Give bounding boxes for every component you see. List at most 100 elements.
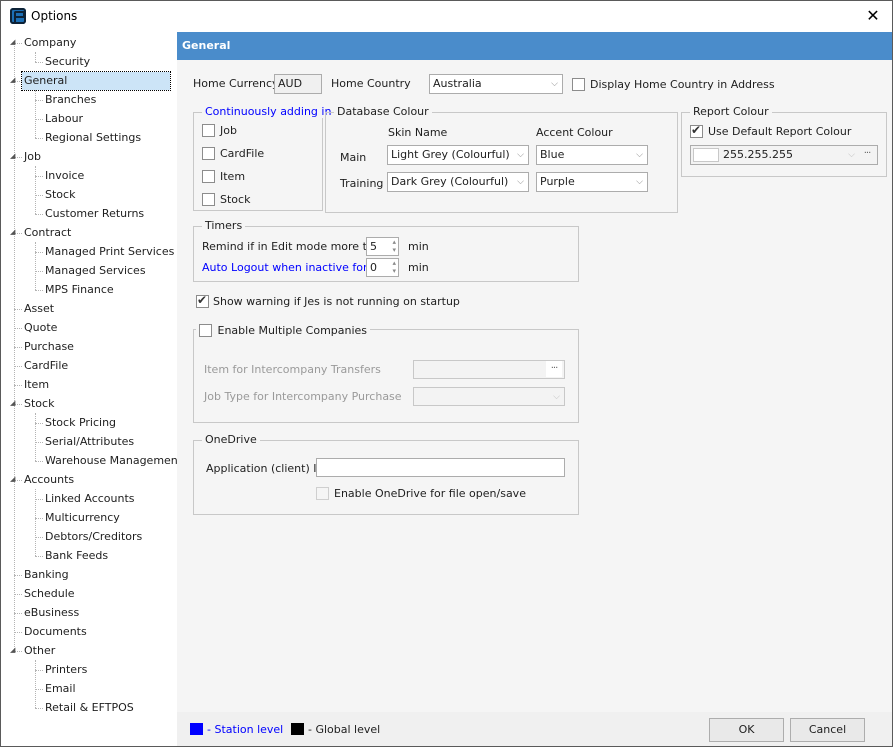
spin-arrows-icon[interactable]: ▴ ▾ bbox=[392, 259, 396, 275]
tree-item-label: General bbox=[21, 71, 171, 91]
tree-item-debtors-creditors[interactable]: Debtors/Creditors bbox=[43, 528, 144, 546]
expand-triangle-icon[interactable]: ◢ bbox=[10, 475, 15, 483]
tree-item-label: Purchase bbox=[24, 340, 74, 353]
tree-item-contract[interactable]: Contract bbox=[22, 224, 73, 242]
training-skin-value: Dark Grey (Colourful) bbox=[391, 175, 509, 188]
tree-connector bbox=[14, 309, 22, 310]
tree-item-banking[interactable]: Banking bbox=[22, 566, 71, 584]
tree-connector bbox=[14, 594, 22, 595]
tree-item-retail-eftpos[interactable]: Retail & EFTPOS bbox=[43, 699, 136, 717]
tree-item-invoice[interactable]: Invoice bbox=[43, 167, 86, 185]
tree-item-managed-print-services[interactable]: Managed Print Services bbox=[43, 243, 176, 261]
tree-item-schedule[interactable]: Schedule bbox=[22, 585, 77, 603]
enable-multiple-companies-checkbox[interactable] bbox=[199, 323, 212, 337]
tree-item-label: Multicurrency bbox=[45, 511, 120, 524]
tree-item-general[interactable]: General bbox=[21, 71, 171, 91]
expand-triangle-icon[interactable]: ◢ bbox=[10, 228, 15, 236]
tree-item-security[interactable]: Security bbox=[43, 53, 92, 71]
main-accent-select[interactable]: Blue ⌵ bbox=[536, 145, 648, 165]
tree-item-cardfile[interactable]: CardFile bbox=[22, 357, 70, 375]
close-icon[interactable]: ✕ bbox=[862, 6, 884, 26]
tree-item-email[interactable]: Email bbox=[43, 680, 78, 698]
continuous-item-checkbox[interactable] bbox=[202, 170, 215, 183]
tree-item-serial-attributes[interactable]: Serial/Attributes bbox=[43, 433, 136, 451]
expand-triangle-icon[interactable]: ◢ bbox=[10, 38, 15, 46]
tree-item-company[interactable]: Company bbox=[22, 34, 78, 52]
tree-item-documents[interactable]: Documents bbox=[22, 623, 89, 641]
training-accent-select[interactable]: Purple ⌵ bbox=[536, 172, 648, 192]
client-id-input[interactable] bbox=[316, 458, 565, 477]
tree-item-label: Customer Returns bbox=[45, 207, 145, 220]
tree-item-other[interactable]: Other bbox=[22, 642, 57, 660]
tree-connector bbox=[14, 347, 22, 348]
home-country-select[interactable]: Australia ⌵ bbox=[429, 74, 563, 94]
tree-item-customer-returns[interactable]: Customer Returns bbox=[43, 205, 146, 223]
tree-item-label: Stock Pricing bbox=[45, 416, 117, 429]
tree-item-printers[interactable]: Printers bbox=[43, 661, 89, 679]
tree-connector bbox=[35, 689, 43, 690]
footer: - Station level - Global level OK Cancel bbox=[177, 712, 892, 746]
tree-connector bbox=[14, 366, 22, 367]
auto-logout-label: Auto Logout when inactive for bbox=[202, 261, 368, 274]
remind-spinner[interactable]: 5 ▴ ▾ bbox=[366, 237, 399, 256]
tree-item-ebusiness[interactable]: eBusiness bbox=[22, 604, 81, 622]
tree-item-label: Managed Services bbox=[45, 264, 146, 277]
show-warning-checkbox[interactable] bbox=[196, 293, 209, 308]
display-home-country-checkbox[interactable] bbox=[572, 78, 585, 91]
tree-item-accounts[interactable]: Accounts bbox=[22, 471, 76, 489]
auto-logout-value: 0 bbox=[370, 261, 377, 274]
tree-item-stock[interactable]: Stock bbox=[22, 395, 56, 413]
report-colour-picker[interactable]: 255.255.255 ⌵ ··· bbox=[690, 145, 878, 165]
tree-branch-line bbox=[35, 489, 36, 556]
expand-triangle-icon[interactable]: ◢ bbox=[10, 646, 15, 654]
training-skin-select[interactable]: Dark Grey (Colourful) ⌵ bbox=[387, 172, 529, 192]
expand-triangle-icon[interactable]: ◢ bbox=[10, 76, 15, 84]
database-colour-title: Database Colour bbox=[334, 105, 432, 118]
tree-item-labour[interactable]: Labour bbox=[43, 110, 85, 128]
tree-item-label: Documents bbox=[24, 625, 87, 638]
display-home-country-label: Display Home Country in Address bbox=[590, 78, 775, 91]
tree-branch-line bbox=[35, 90, 36, 138]
main-skin-select[interactable]: Light Grey (Colourful) ⌵ bbox=[387, 145, 529, 165]
tree-item-warehouse-management[interactable]: Warehouse Management bbox=[43, 452, 184, 470]
tree-item-item[interactable]: Item bbox=[22, 376, 51, 394]
cancel-button[interactable]: Cancel bbox=[790, 718, 865, 742]
tree-item-stock-pricing[interactable]: Stock Pricing bbox=[43, 414, 118, 432]
tree-item-multicurrency[interactable]: Multicurrency bbox=[43, 509, 122, 527]
home-currency-field[interactable]: AUD bbox=[274, 74, 322, 94]
tree-connector bbox=[14, 613, 22, 614]
auto-logout-spinner[interactable]: 0 ▴ ▾ bbox=[366, 258, 399, 277]
tree-item-quote[interactable]: Quote bbox=[22, 319, 59, 337]
expand-triangle-icon[interactable]: ◢ bbox=[10, 152, 15, 160]
tree-item-stock[interactable]: Stock bbox=[43, 186, 77, 204]
enable-onedrive-checkbox[interactable] bbox=[316, 487, 329, 500]
item-transfers-field[interactable]: ··· bbox=[413, 360, 565, 379]
tree-item-label: Stock bbox=[24, 397, 55, 410]
job-type-select[interactable]: ⌵ bbox=[413, 387, 565, 406]
continuous-item-label: Item bbox=[220, 170, 246, 183]
tree-connector bbox=[35, 271, 43, 272]
continuous-stock-checkbox[interactable] bbox=[202, 193, 215, 206]
ellipsis-icon[interactable]: ··· bbox=[859, 146, 875, 162]
spin-arrows-icon[interactable]: ▴ ▾ bbox=[392, 238, 396, 254]
tree-item-branches[interactable]: Branches bbox=[43, 91, 98, 109]
report-colour-value: 255.255.255 bbox=[723, 148, 793, 161]
continuous-cardfile-checkbox[interactable] bbox=[202, 147, 215, 160]
use-default-report-colour-checkbox[interactable] bbox=[690, 123, 703, 138]
ellipsis-icon[interactable]: ··· bbox=[546, 361, 562, 377]
tree-item-managed-services[interactable]: Managed Services bbox=[43, 262, 148, 280]
tree-item-label: Quote bbox=[24, 321, 58, 334]
tree-item-mps-finance[interactable]: MPS Finance bbox=[43, 281, 116, 299]
expand-triangle-icon[interactable]: ◢ bbox=[10, 399, 15, 407]
tree-item-job[interactable]: Job bbox=[22, 148, 43, 166]
tree-item-asset[interactable]: Asset bbox=[22, 300, 56, 318]
tree-connector bbox=[35, 518, 43, 519]
tree-item-regional-settings[interactable]: Regional Settings bbox=[43, 129, 143, 147]
tree-item-bank-feeds[interactable]: Bank Feeds bbox=[43, 547, 110, 565]
tree-connector bbox=[35, 708, 43, 709]
tree-item-purchase[interactable]: Purchase bbox=[22, 338, 76, 356]
tree-item-linked-accounts[interactable]: Linked Accounts bbox=[43, 490, 137, 508]
chevron-down-icon[interactable]: ⌵ bbox=[848, 146, 855, 164]
continuous-job-checkbox[interactable] bbox=[202, 124, 215, 137]
ok-button[interactable]: OK bbox=[709, 718, 784, 742]
